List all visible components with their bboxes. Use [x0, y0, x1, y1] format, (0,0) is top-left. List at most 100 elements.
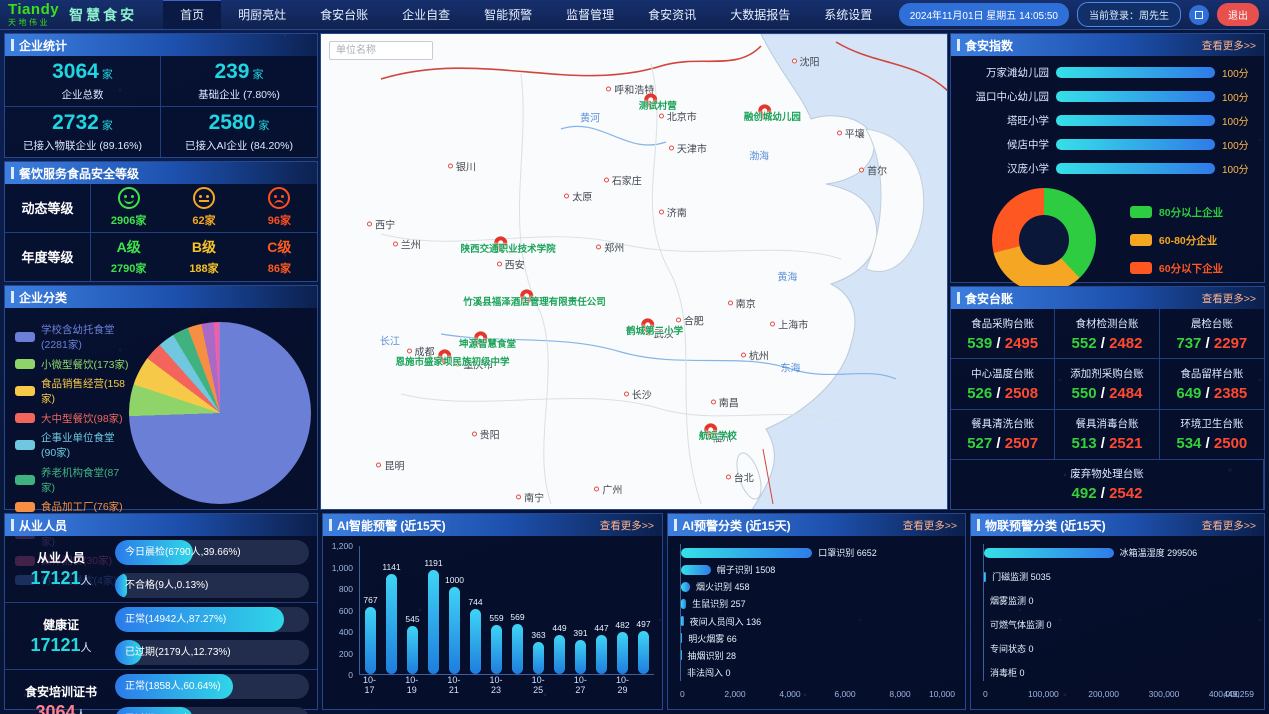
map-city-label: 平壤 [837, 125, 865, 140]
hbar-row: 口罩识别 6652 [681, 546, 955, 559]
bar-value-label: 447 [594, 623, 608, 633]
level-item: 62家 [166, 184, 241, 232]
nav-item-明厨亮灶[interactable]: 明厨亮灶 [221, 0, 303, 29]
nav-item-首页[interactable]: 首页 [163, 0, 221, 29]
level-count: 2790家 [111, 260, 146, 276]
map-marker-label: 恩施市盛家坝民族初级中学 [395, 354, 509, 368]
panel-title: 食安指数 [957, 37, 1013, 54]
map-city-label: 石家庄 [604, 173, 642, 188]
city-dot-icon [770, 321, 775, 326]
ledger-name: 餐具消毒台账 [1075, 416, 1138, 431]
ledger-cell: 食品留样台账649 / 2385 [1160, 359, 1264, 409]
hbar-row: 烟雾监测 0 [984, 594, 1254, 607]
map-city-label: 长沙 [624, 386, 652, 401]
city-dot-icon [604, 178, 609, 183]
category-legend: 学校含幼托食堂(2281家)小微型餐饮(173家)食品销售经营(158家)大中型… [15, 322, 129, 503]
index-row: 温口中心幼儿园100分 [957, 89, 1254, 104]
logout-button[interactable]: 退出 [1217, 3, 1259, 26]
personnel-group: 食安培训证书3064人正常(1858人,60.64%)已过期(1206人,39.… [5, 670, 317, 714]
hbar-row: 烟火识别 458 [681, 580, 955, 593]
smile-face-icon [118, 187, 140, 209]
hbar-fill [681, 616, 684, 626]
index-row: 塔旺小学100分 [957, 113, 1254, 128]
nav-item-系统设置[interactable]: 系统设置 [807, 0, 889, 29]
personnel-label-block: 健康证17121人 [13, 616, 109, 656]
city-dot-icon [669, 146, 674, 151]
hbar-label: 非法闯入 0 [687, 666, 731, 679]
index-score: 100分 [1222, 113, 1254, 128]
hbar-row: 冰箱温湿度 299506 [984, 546, 1254, 559]
city-dot-icon [837, 130, 842, 135]
unit-search-input[interactable] [329, 41, 433, 60]
map-marker-label: 坤源智慧食堂 [459, 336, 516, 350]
ledger-value: 534 / 2500 [1176, 435, 1247, 452]
china-map[interactable]: 呼和浩特北京市天津市沈阳平壤首尔石家庄太原济南银川西宁兰州西安郑州成都重庆市贵阳… [320, 33, 948, 510]
index-bar-fill [1056, 91, 1215, 102]
eye [131, 195, 134, 198]
legend-swatch [15, 502, 35, 512]
view-more-link[interactable]: 查看更多>> [1202, 291, 1256, 306]
map-city-label: 贵阳 [472, 427, 500, 442]
datetime-display: 2024年11月01日 星期五 14:05:50 [899, 3, 1069, 26]
fullscreen-button[interactable] [1189, 5, 1209, 25]
view-more-link[interactable]: 查看更多>> [1202, 38, 1256, 53]
progress-track: 不合格(9人,0.13%) [115, 573, 309, 598]
view-more-link[interactable]: 查看更多>> [600, 518, 654, 533]
legend-item: 大中型餐饮(98家) [15, 411, 129, 426]
eye [206, 195, 209, 198]
nav-item-智能预警[interactable]: 智能预警 [467, 0, 549, 29]
ledger-cell: 餐具清洗台账527 / 2507 [951, 410, 1055, 460]
iot-category-bar-chart: 冰箱温湿度 299506门磁监测 5035烟雾监测 0可燃气体监测 0专间状态 … [983, 544, 1254, 681]
stat-value: 2732 家 [52, 111, 113, 135]
personnel-group: 从业人员17121人今日晨检(6790人,39.66%)不合格(9人,0.13%… [5, 536, 317, 603]
hbar-row: 非法闯入 0 [681, 666, 955, 679]
ledger-name: 废弃物处理台账 [1070, 466, 1144, 481]
hbar-row: 夜间人员闯入 136 [681, 615, 955, 628]
city-dot-icon [676, 317, 681, 322]
bar-value-label: 391 [573, 628, 587, 638]
bar-value-label: 559 [489, 613, 503, 623]
city-dot-icon [624, 391, 629, 396]
ai-warning-bar-chart: 7671141545119110007445595693634493914474… [359, 546, 654, 675]
bar-group: 1141 [381, 546, 402, 674]
eye [199, 195, 202, 198]
index-bar-track [1056, 67, 1215, 78]
nav-item-食安资讯[interactable]: 食安资讯 [631, 0, 713, 29]
nav-item-监督管理[interactable]: 监督管理 [549, 0, 631, 29]
bar [491, 625, 502, 674]
row-label: 动态等级 [5, 184, 91, 232]
view-more-link[interactable]: 查看更多>> [1202, 518, 1256, 533]
index-row: 万家滩幼儿园100分 [957, 65, 1254, 80]
nav-item-大数据报告[interactable]: 大数据报告 [713, 0, 807, 29]
nav-item-食安台账[interactable]: 食安台账 [303, 0, 385, 29]
stat-cell: 2732 家已接入物联企业 (89.16%) [5, 107, 161, 158]
donut-legend-item: 60-80分企业 [1130, 233, 1223, 248]
hbar-row: 可燃气体监测 0 [984, 618, 1254, 631]
legend-item: 小微型餐饮(173家) [15, 357, 129, 372]
nav-item-企业自查[interactable]: 企业自查 [385, 0, 467, 29]
index-name: 汉庞小学 [957, 161, 1049, 176]
hbar-fill [681, 599, 686, 609]
bar-value-label: 1000 [445, 575, 464, 585]
legend-swatch [15, 359, 35, 369]
personnel-bars: 正常(14942人,87.27%)已过期(2179人,12.73%) [115, 607, 309, 665]
view-more-link[interactable]: 查看更多>> [903, 518, 957, 533]
legend-swatch [15, 413, 35, 423]
map-marker-label: 陕西交通职业技术学院 [461, 241, 556, 255]
panel-enterprise-stats: 企业统计 3064 家企业总数239 家基础企业 (7.80%)2732 家已接… [4, 33, 318, 158]
ledger-value: 539 / 2495 [967, 335, 1038, 352]
bar-value-label: 1191 [424, 558, 442, 568]
map-water-label: 黄河 [580, 110, 600, 125]
map-marker-label: 竹溪县福泽酒店管理有限责任公司 [463, 294, 606, 308]
panel-title: AI预警分类 (近15天) [674, 517, 791, 534]
mouth [274, 200, 284, 205]
level-count: 86家 [268, 260, 291, 276]
bar [596, 635, 607, 674]
ai-category-x-axis: 02,0004,0006,0008,00010,000 [680, 689, 955, 701]
safety-level-grid: 动态等级2906家62家96家年度等级A级2790家B级188家C级86家 [5, 184, 317, 281]
app-title: 智慧食安 [69, 5, 137, 25]
neutral-face-icon [193, 187, 215, 209]
hbar-row: 明火烟雾 66 [681, 632, 955, 645]
logo-subtext: 天地伟业 [8, 19, 59, 27]
index-row: 候店中学100分 [957, 137, 1254, 152]
